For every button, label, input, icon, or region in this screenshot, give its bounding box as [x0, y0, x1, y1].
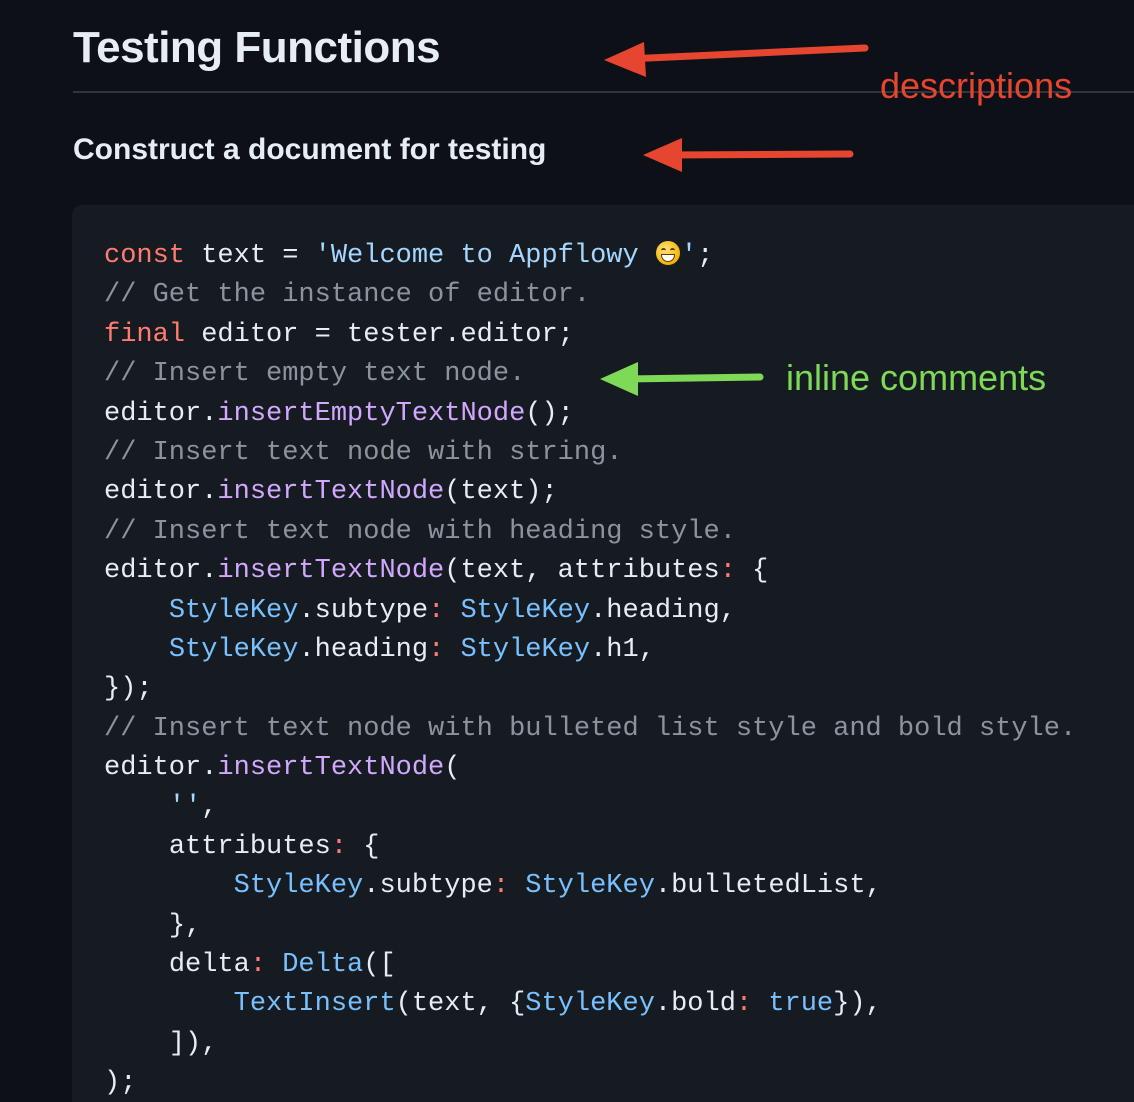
code-line-14: editor.insertTextNode( [104, 753, 461, 784]
inline-comments-annotation: inline comments [786, 357, 1047, 398]
code-line-21: ]), [168, 1028, 218, 1059]
code-line-1: const text = 'Welcome to Appflowy '; [104, 241, 714, 271]
code-comment-5: // Insert text node with bulleted list s… [104, 713, 1077, 744]
code-line-17: StyleKey.subtype: StyleKey.bulletedList, [233, 871, 882, 902]
code-comment-3: // Insert text node with string. [104, 437, 623, 468]
grinning-face-icon [655, 241, 680, 265]
section-heading: Construct a document for testing [73, 133, 547, 166]
code-line-5: editor.insertEmptyTextNode(); [104, 398, 574, 429]
code-line-10: StyleKey.subtype: StyleKey.heading, [168, 595, 736, 626]
code-line-18: }, [168, 910, 202, 941]
page-title: Testing Functions [73, 23, 441, 72]
code-line-3: final editor = tester.editor; [104, 319, 574, 350]
code-comment-4: // Insert text node with heading style. [104, 516, 736, 547]
arrow-to-subtitle-icon [643, 138, 854, 172]
code-line-11: StyleKey.heading: StyleKey.h1, [168, 634, 655, 665]
code-line-16: attributes: { [168, 831, 380, 862]
descriptions-annotation: descriptions [880, 65, 1073, 106]
code-comment-1: // Get the instance of editor. [104, 280, 591, 311]
code-line-9: editor.insertTextNode(text, attributes: … [104, 556, 769, 587]
arrow-to-title-icon [604, 42, 869, 77]
code-line-22: ); [104, 1068, 137, 1099]
code-line-12: }); [104, 674, 153, 705]
code-line-7: editor.insertTextNode(text); [104, 477, 558, 508]
code-line-19: delta: Delta([ [168, 950, 396, 981]
code-line-15: '', [168, 792, 218, 823]
code-line-20: TextInsert(text, {StyleKey.bold: true}), [233, 989, 882, 1020]
